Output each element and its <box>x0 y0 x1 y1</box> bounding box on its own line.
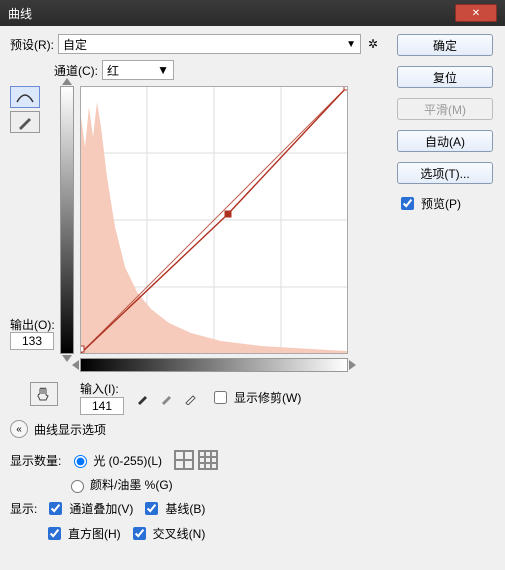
curve-tool-button[interactable] <box>10 86 40 108</box>
options-button[interactable]: 选项(T)... <box>397 162 493 184</box>
output-label: 输出(O): <box>10 316 55 333</box>
horizontal-ramp[interactable] <box>80 358 348 372</box>
selected-point[interactable] <box>225 211 231 217</box>
dialog-title: 曲线 <box>8 5 32 22</box>
radio-pigment[interactable]: 颜料/油墨 %(G) <box>66 476 173 493</box>
gear-icon[interactable]: ✲ <box>365 36 381 52</box>
close-button[interactable]: ✕ <box>455 4 497 22</box>
eyedropper-black-icon[interactable] <box>134 389 152 407</box>
radio-light[interactable]: 光 (0-255)(L) <box>69 452 162 469</box>
disclosure-button[interactable]: « <box>10 420 28 438</box>
output-field[interactable] <box>10 332 54 350</box>
channel-select[interactable]: 红 ▼ <box>102 60 174 80</box>
check-baseline[interactable]: 基线(B) <box>141 499 205 518</box>
reset-button[interactable]: 复位 <box>397 66 493 88</box>
check-overlay[interactable]: 通道叠加(V) <box>45 499 133 518</box>
channel-value: 红 <box>107 62 119 79</box>
title-bar: 曲线 ✕ <box>0 0 505 26</box>
curve-plot[interactable] <box>80 86 348 354</box>
hand-icon <box>35 385 53 403</box>
preview-checkbox[interactable]: 预览(P) <box>397 194 495 213</box>
check-histogram[interactable]: 直方图(H) <box>44 524 121 543</box>
chevron-down-icon: ▼ <box>346 39 356 50</box>
pencil-icon <box>17 114 33 130</box>
chevron-down-icon: ▼ <box>157 63 169 77</box>
disclosure-label: 曲线显示选项 <box>34 421 106 438</box>
eyedropper-gray-icon[interactable] <box>158 389 176 407</box>
auto-button[interactable]: 自动(A) <box>397 130 493 152</box>
amount-label: 显示数量: <box>10 452 61 469</box>
input-field[interactable] <box>80 397 124 415</box>
eyedropper-white-icon[interactable] <box>182 389 200 407</box>
preset-label: 预设(R): <box>10 36 54 53</box>
show-label: 显示: <box>10 500 37 517</box>
input-label: 输入(I): <box>80 380 124 397</box>
grid-9-icon[interactable] <box>198 450 218 470</box>
channel-label: 通道(C): <box>54 62 98 79</box>
vertical-ramp[interactable] <box>60 86 74 354</box>
smooth-button[interactable]: 平滑(M) <box>397 98 493 120</box>
show-clipping-checkbox[interactable]: 显示修剪(W) <box>210 388 301 407</box>
grid-4-icon[interactable] <box>174 450 194 470</box>
check-intersection[interactable]: 交叉线(N) <box>129 524 206 543</box>
preset-value: 自定 <box>63 36 87 53</box>
ok-button[interactable]: 确定 <box>397 34 493 56</box>
preset-select[interactable]: 自定 ▼ <box>58 34 361 54</box>
hand-tool-button[interactable] <box>30 382 58 406</box>
pencil-tool-button[interactable] <box>10 111 40 133</box>
curve-icon <box>15 90 35 104</box>
